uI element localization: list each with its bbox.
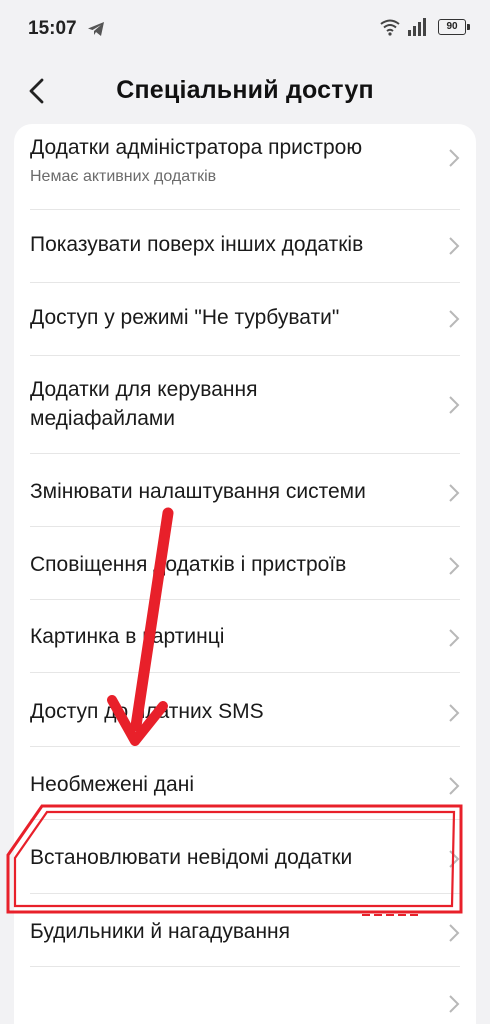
chevron-right-icon — [449, 237, 460, 255]
status-icons: 90 — [380, 18, 470, 36]
chevron-right-icon — [449, 924, 460, 942]
list-item-app-device-notifications[interactable]: Сповіщення додатків і пристроїв — [30, 526, 460, 599]
wifi-icon — [380, 19, 400, 36]
item-title-line1: Додатки для керування — [30, 378, 258, 401]
item-title: Необмежені дані — [30, 773, 194, 796]
settings-list: Додатки адміністратора пристрою Немає ак… — [14, 124, 476, 1024]
chevron-right-icon — [449, 557, 460, 575]
chevron-right-icon — [449, 777, 460, 795]
chevron-right-icon — [449, 149, 460, 167]
item-title: Сповіщення додатків і пристроїв — [30, 553, 347, 576]
list-item-alarms-reminders[interactable]: Будильники й нагадування — [30, 893, 460, 966]
header: Спеціальний доступ — [0, 60, 490, 124]
battery-icon: 90 — [438, 19, 470, 35]
page-title: Спеціальний доступ — [116, 76, 374, 104]
list-item-premium-sms-access[interactable]: Доступ до платних SMS — [30, 672, 460, 746]
item-title: Доступ у режимі "Не турбувати" — [30, 306, 340, 329]
list-item-device-admin-apps[interactable]: Додатки адміністратора пристрою Немає ак… — [30, 124, 460, 209]
item-title: Будильники й нагадування — [30, 920, 291, 943]
item-title-line2: медіафайлами — [30, 407, 176, 430]
chevron-right-icon — [449, 484, 460, 502]
list-item-display-over-apps[interactable]: Показувати поверх інших додатків — [30, 209, 460, 282]
list-item-media-management-apps[interactable]: Додатки для керування медіафайлами — [30, 355, 460, 453]
chevron-right-icon — [449, 310, 460, 328]
list-item-partial[interactable] — [30, 966, 460, 1024]
list-item-do-not-disturb-access[interactable]: Доступ у режимі "Не турбувати" — [30, 282, 460, 355]
item-title: Встановлювати невідомі додатки — [30, 846, 353, 869]
status-time: 15:07 — [28, 18, 77, 39]
item-title: Змінювати налаштування системи — [30, 480, 366, 503]
chevron-right-icon — [449, 629, 460, 647]
item-subtitle: Немає активних додатків — [30, 168, 217, 185]
item-title: Показувати поверх інших додатків — [30, 233, 364, 256]
chevron-right-icon — [449, 850, 460, 868]
status-bar: 15:07 90 — [0, 0, 490, 60]
signal-icon — [408, 18, 426, 36]
chevron-right-icon — [449, 704, 460, 722]
item-title: Доступ до платних SMS — [30, 700, 264, 723]
chevron-right-icon — [449, 995, 460, 1013]
chevron-right-icon — [449, 396, 460, 414]
item-title: Додатки адміністратора пристрою — [30, 136, 363, 159]
list-item-install-unknown-apps[interactable]: Встановлювати невідомі додатки — [30, 819, 460, 893]
item-title: Картинка в картинці — [30, 625, 225, 648]
telegram-icon — [88, 22, 104, 36]
list-item-unrestricted-data[interactable]: Необмежені дані — [30, 746, 460, 819]
list-item-modify-system-settings[interactable]: Змінювати налаштування системи — [30, 453, 460, 526]
list-item-picture-in-picture[interactable]: Картинка в картинці — [30, 599, 460, 672]
